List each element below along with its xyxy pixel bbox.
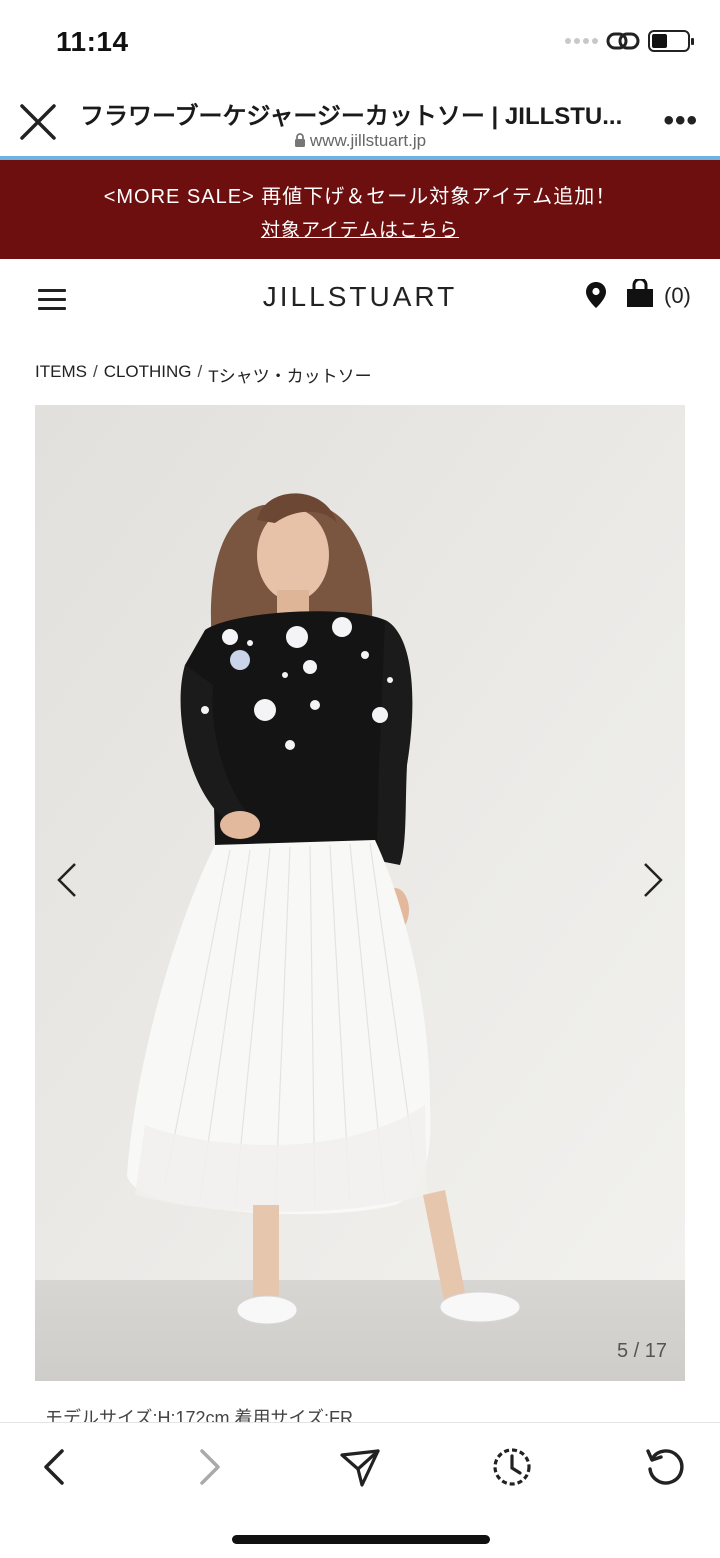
breadcrumb: ITEMS / CLOTHING / Tシャツ・カットソー: [35, 362, 372, 387]
sale-text: <MORE SALE> 再値下げ＆セール対象アイテム追加！: [103, 186, 617, 208]
lock-icon: [294, 133, 305, 147]
cart-count[interactable]: (0): [664, 283, 691, 309]
breadcrumb-item-tshirts[interactable]: Tシャツ・カットソー: [208, 362, 371, 387]
slide-counter: 5 / 17: [616, 1340, 667, 1362]
breadcrumb-separator: /: [197, 362, 203, 381]
battery-icon: [648, 30, 694, 52]
browser-bar: フラワーブーケジャージーカットソー | JILLSTU... www.jills…: [0, 86, 720, 156]
url-display[interactable]: www.jillstuart.jp: [0, 131, 720, 151]
status-time: 11:14: [56, 26, 129, 57]
status-bar: 11:14: [0, 0, 720, 86]
previous-image-icon[interactable]: [53, 860, 83, 900]
breadcrumb-separator: /: [92, 362, 98, 381]
brand-logo[interactable]: JILLSTUART: [0, 281, 720, 313]
next-image-icon[interactable]: [637, 860, 667, 900]
shopping-bag-icon[interactable]: [625, 279, 655, 309]
more-options-icon[interactable]: •••: [663, 106, 698, 136]
sale-link[interactable]: 対象アイテムはこちら: [0, 215, 720, 242]
url-text: www.jillstuart.jp: [309, 131, 427, 150]
product-photo: [35, 405, 685, 1381]
link-icon: [606, 32, 640, 50]
breadcrumb-item-items[interactable]: ITEMS: [35, 362, 87, 387]
site-header: JILLSTUART (0): [0, 259, 720, 339]
share-icon[interactable]: [338, 1445, 382, 1489]
store-location-icon[interactable]: [585, 281, 607, 309]
product-image-carousel[interactable]: 5 / 17: [35, 405, 685, 1381]
back-icon[interactable]: [34, 1445, 78, 1489]
history-icon[interactable]: [490, 1445, 534, 1489]
breadcrumb-item-clothing[interactable]: CLOTHING: [104, 362, 192, 387]
refresh-icon[interactable]: [642, 1445, 686, 1489]
signal-icon: [565, 38, 598, 44]
status-icons: [565, 30, 694, 52]
page-title: フラワーブーケジャージーカットソー | JILLSTU...: [80, 103, 623, 130]
sale-banner: <MORE SALE> 再値下げ＆セール対象アイテム追加！ 対象アイテムはこちら: [0, 160, 720, 259]
home-indicator[interactable]: [232, 1535, 490, 1544]
forward-icon[interactable]: [186, 1445, 230, 1489]
